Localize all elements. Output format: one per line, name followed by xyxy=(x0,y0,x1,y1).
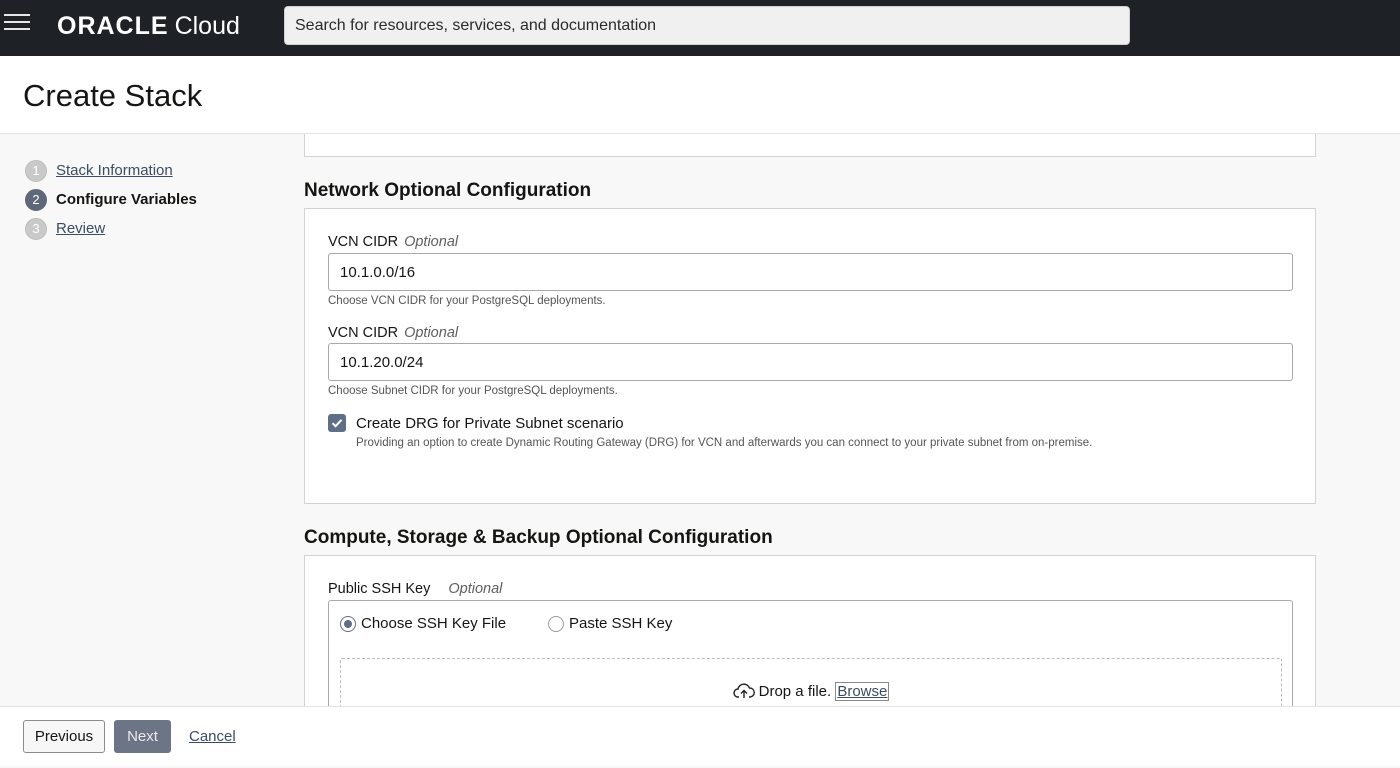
radio-button[interactable] xyxy=(340,615,356,632)
file-dropzone[interactable]: Drop a file. Browse xyxy=(340,658,1282,706)
step-number: 3 xyxy=(25,217,47,240)
step-configure-variables: 2 Configure Variables xyxy=(25,185,197,214)
browse-link[interactable]: Browse xyxy=(835,682,890,701)
wizard-footer: Previous Next Cancel xyxy=(0,706,1400,766)
dropzone-text: Drop a file. Browse xyxy=(341,682,1281,701)
step-label: Configure Variables xyxy=(56,191,197,208)
radio-label: Choose SSH Key File xyxy=(361,615,507,632)
step-label[interactable]: Stack Information xyxy=(56,162,173,179)
page-title: Create Stack xyxy=(23,78,203,113)
compute-panel: Public SSH Key Optional Choose SSH Key Fi… xyxy=(304,555,1316,706)
optional-tag: Optional xyxy=(448,581,503,597)
cloud-upload-icon xyxy=(732,683,755,698)
network-section-title: Network Optional Configuration xyxy=(304,180,592,201)
hamburger-menu-icon[interactable] xyxy=(4,14,30,36)
step-label[interactable]: Review xyxy=(56,220,105,237)
optional-tag: Optional xyxy=(404,325,459,341)
vcn-cidr-help: Choose VCN CIDR for your PostgreSQL depl… xyxy=(328,295,606,307)
step-review[interactable]: 3 Review xyxy=(25,214,197,243)
vcn-cidr-label: VCN CIDR Optional xyxy=(328,234,458,250)
radio-button[interactable] xyxy=(548,615,564,632)
radio-choose-ssh-key-file[interactable]: Choose SSH Key File xyxy=(340,615,506,632)
cancel-link[interactable]: Cancel xyxy=(189,728,236,745)
optional-tag: Optional xyxy=(404,234,459,250)
checkmark-icon xyxy=(331,419,343,428)
previous-section-panel xyxy=(304,134,1316,157)
step-stack-information[interactable]: 1 Stack Information xyxy=(25,156,197,185)
create-drg-label: Create DRG for Private Subnet scenario xyxy=(356,415,624,432)
global-search xyxy=(284,6,1130,45)
subnet-cidr-help: Choose Subnet CIDR for your PostgreSQL d… xyxy=(328,385,618,397)
ssh-key-box: Choose SSH Key File Paste SSH Key Drop a… xyxy=(328,600,1293,706)
brand-cloud: Cloud xyxy=(174,12,240,40)
network-panel: VCN CIDR Optional Choose VCN CIDR for you… xyxy=(304,208,1316,504)
brand-oracle: ORACLE xyxy=(57,12,169,40)
subnet-cidr-label: VCN CIDR Optional xyxy=(328,325,458,341)
create-drg-help: Providing an option to create Dynamic Ro… xyxy=(356,437,1093,449)
configure-variables-form: Network Optional Configuration VCN CIDR O… xyxy=(304,134,1316,706)
drop-a-file-text: Drop a file. xyxy=(758,683,832,700)
vcn-cidr-label-text: VCN CIDR xyxy=(328,234,399,250)
create-drg-checkbox[interactable] xyxy=(328,414,346,432)
ssh-key-label: Public SSH Key Optional xyxy=(328,581,502,597)
next-button[interactable]: Next xyxy=(114,720,171,753)
radio-label: Paste SSH Key xyxy=(569,615,673,632)
step-number: 2 xyxy=(25,188,47,211)
page-header: Create Stack xyxy=(0,56,1400,134)
search-input[interactable] xyxy=(295,16,1119,35)
vcn-cidr-input[interactable] xyxy=(328,253,1293,291)
radio-paste-ssh-key[interactable]: Paste SSH Key xyxy=(548,615,672,632)
step-number: 1 xyxy=(25,159,47,182)
subnet-cidr-input[interactable] xyxy=(328,343,1293,381)
wizard-steps: 1 Stack Information 2 Configure Variable… xyxy=(25,156,197,243)
subnet-cidr-label-text: VCN CIDR xyxy=(328,325,399,341)
top-navigation-bar: ORACLE Cloud xyxy=(0,0,1400,56)
oracle-cloud-logo[interactable]: ORACLE Cloud xyxy=(57,12,240,42)
previous-button[interactable]: Previous xyxy=(23,720,105,753)
ssh-key-label-text: Public SSH Key xyxy=(328,581,431,597)
compute-section-title: Compute, Storage & Backup Optional Confi… xyxy=(304,527,773,548)
